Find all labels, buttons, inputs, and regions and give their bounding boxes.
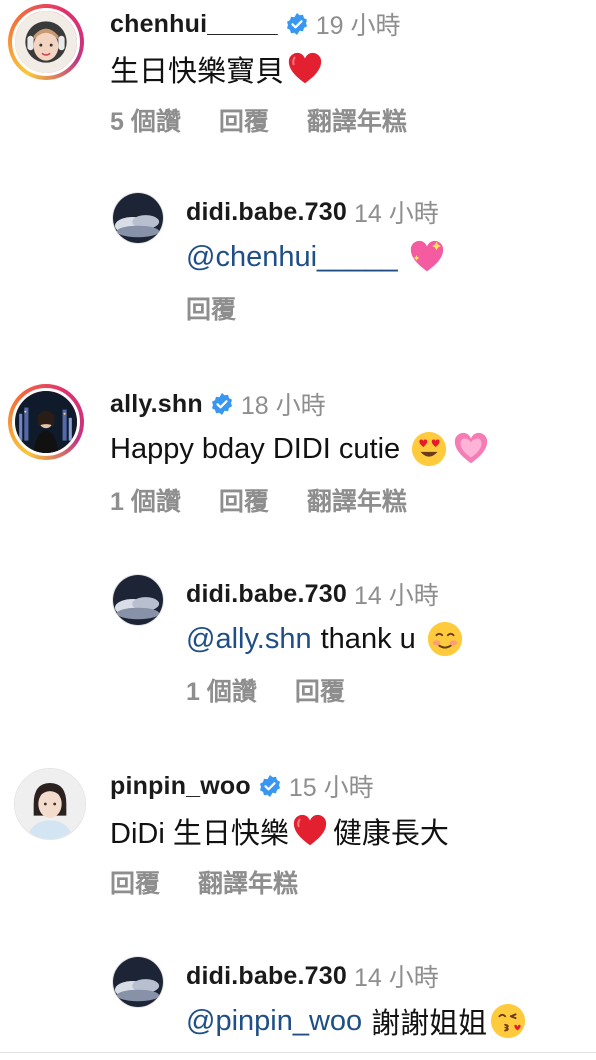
comment-meta: pinpin_woo 15 小時 bbox=[110, 766, 374, 806]
comment-actions: 回覆 翻譯年糕 bbox=[110, 862, 298, 902]
kissing-face-icon bbox=[489, 1002, 527, 1040]
timestamp: 14 小時 bbox=[354, 200, 439, 228]
comment-text: @pinpin_woo 謝謝姐姐 bbox=[186, 998, 527, 1044]
divider bbox=[0, 1052, 596, 1053]
mention-link[interactable]: @pinpin_woo bbox=[186, 1005, 362, 1038]
comment-text: Happy bday DIDI cutie bbox=[110, 426, 490, 472]
avatar[interactable] bbox=[8, 384, 84, 460]
timestamp: 15 小時 bbox=[288, 774, 374, 802]
username[interactable]: ally.shn bbox=[110, 390, 203, 419]
verified-badge-icon bbox=[258, 774, 282, 798]
username[interactable]: didi.babe.730 bbox=[186, 962, 347, 991]
likes-count[interactable]: 5 個讚 bbox=[110, 102, 181, 138]
comment-body: 謝謝姐姐 bbox=[371, 1008, 488, 1040]
avatar[interactable] bbox=[112, 192, 164, 244]
comment-text: 生日快樂寶貝 bbox=[110, 46, 324, 92]
comment-actions: 1 個讚 回覆 bbox=[186, 670, 345, 710]
avatar[interactable] bbox=[112, 956, 164, 1008]
username[interactable]: chenhui_____ bbox=[110, 10, 278, 39]
timestamp: 14 小時 bbox=[354, 964, 439, 992]
comment-body: 生日快樂寶貝 bbox=[110, 56, 285, 88]
reply-button[interactable]: 回覆 bbox=[219, 482, 269, 518]
comment-actions: 回覆 bbox=[186, 288, 236, 328]
comment-text: @ally.shn thank u bbox=[186, 616, 464, 662]
translate-button[interactable]: 翻譯年糕 bbox=[307, 482, 407, 518]
comment-actions: 1 個讚 回覆 翻譯年糕 bbox=[110, 480, 407, 520]
timestamp: 19 小時 bbox=[315, 12, 401, 40]
comments-list: chenhui_____ 19 小時 生日快樂寶貝 5 個讚 回覆 翻譯年糕 d… bbox=[0, 0, 596, 1060]
avatar-photo-icon bbox=[15, 391, 77, 453]
comment-actions: 5 個讚 回覆 翻譯年糕 bbox=[110, 100, 407, 140]
verified-badge-icon bbox=[285, 12, 309, 36]
comment-body-cont: 健康長大 bbox=[332, 818, 449, 850]
reply-button[interactable]: 回覆 bbox=[186, 290, 236, 326]
avatar-cloud-icon bbox=[113, 957, 163, 1007]
pink-heart-icon bbox=[452, 430, 490, 468]
verified-badge-icon bbox=[210, 392, 234, 416]
translate-button[interactable]: 翻譯年糕 bbox=[198, 864, 298, 900]
reply-button[interactable]: 回覆 bbox=[295, 672, 345, 708]
heart-eyes-icon bbox=[410, 430, 448, 468]
red-heart-icon bbox=[291, 812, 329, 850]
comment-meta: didi.babe.730 14 小時 bbox=[186, 574, 439, 614]
sparkling-heart-icon bbox=[408, 238, 446, 276]
smiling-blush-icon bbox=[426, 620, 464, 658]
comment-text: @chenhui_____ bbox=[186, 234, 446, 280]
red-heart-icon bbox=[286, 50, 324, 88]
avatar[interactable] bbox=[8, 4, 84, 80]
likes-count[interactable]: 1 個讚 bbox=[186, 672, 257, 708]
translate-button[interactable]: 翻譯年糕 bbox=[307, 102, 407, 138]
likes-count[interactable]: 1 個讚 bbox=[110, 482, 181, 518]
mention-link[interactable]: @ally.shn bbox=[186, 623, 312, 656]
avatar-photo-icon bbox=[15, 11, 77, 73]
avatar-photo-icon bbox=[15, 769, 85, 839]
comment-body: Happy bday DIDI cutie bbox=[110, 432, 401, 465]
avatar[interactable] bbox=[14, 768, 86, 840]
comment-body: DiDi 生日快樂 bbox=[110, 818, 289, 850]
avatar[interactable] bbox=[112, 574, 164, 626]
avatar-cloud-icon bbox=[113, 193, 163, 243]
timestamp: 18 小時 bbox=[240, 392, 326, 420]
mention-link[interactable]: @chenhui_____ bbox=[186, 241, 398, 274]
comment-body: thank u bbox=[320, 622, 416, 655]
comment-meta: chenhui_____ 19 小時 bbox=[110, 4, 401, 44]
reply-button[interactable]: 回覆 bbox=[219, 102, 269, 138]
comment-meta: didi.babe.730 14 小時 bbox=[186, 192, 439, 232]
reply-button[interactable]: 回覆 bbox=[110, 864, 160, 900]
username[interactable]: pinpin_woo bbox=[110, 772, 251, 801]
username[interactable]: didi.babe.730 bbox=[186, 580, 347, 609]
comment-meta: ally.shn 18 小時 bbox=[110, 384, 326, 424]
username[interactable]: didi.babe.730 bbox=[186, 198, 347, 227]
timestamp: 14 小時 bbox=[354, 582, 439, 610]
comment-text: DiDi 生日快樂 健康長大 bbox=[110, 808, 449, 854]
avatar-cloud-icon bbox=[113, 575, 163, 625]
comment-meta: didi.babe.730 14 小時 bbox=[186, 956, 439, 996]
